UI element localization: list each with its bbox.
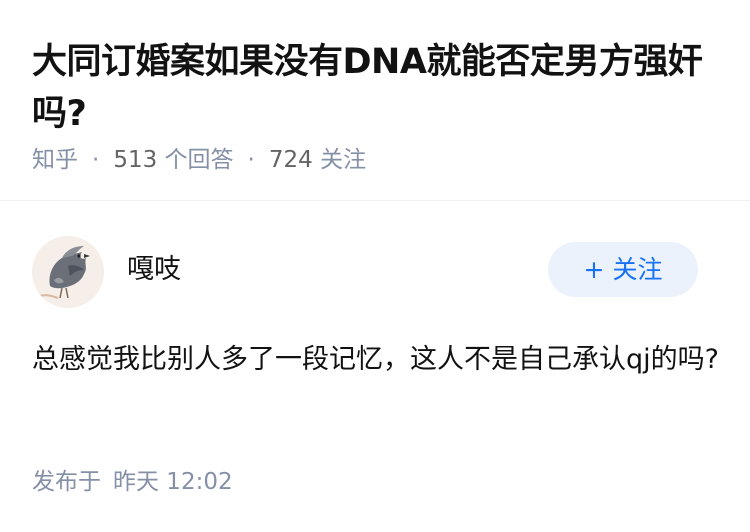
raven-avatar-icon xyxy=(32,236,104,308)
source-label[interactable]: 知乎 xyxy=(32,147,78,173)
answer-count: 513 xyxy=(113,147,158,173)
meta-separator: · xyxy=(247,147,255,173)
plus-icon: + xyxy=(583,255,605,284)
publish-time: 昨天 12:02 xyxy=(113,469,233,495)
follow-button-label: 关注 xyxy=(612,255,663,284)
answer-publish-time: 发布于 昨天 12:02 xyxy=(32,466,233,498)
author-name[interactable]: 嘎吱 xyxy=(127,252,181,288)
follow-count-label: 关注 xyxy=(320,147,367,173)
meta-separator: · xyxy=(92,147,100,173)
answer-content[interactable]: 总感觉我比别人多了一段记忆，这人不是自己承认qj的吗? xyxy=(32,336,722,384)
publish-prefix: 发布于 xyxy=(32,469,101,495)
follow-button[interactable]: + 关注 xyxy=(548,242,698,297)
question-title[interactable]: 大同订婚案如果没有DNA就能否定男方强奸吗? xyxy=(32,36,718,140)
question-meta: 知乎 · 513 个回答 · 724 关注 xyxy=(32,144,366,176)
answer-count-label: 个回答 xyxy=(164,147,234,173)
follow-count: 724 xyxy=(268,147,313,173)
avatar[interactable] xyxy=(32,236,104,308)
answer-author-row: 嘎吱 + 关注 xyxy=(32,236,722,308)
question-header: 大同订婚案如果没有DNA就能否定男方强奸吗? 知乎 · 513 个回答 · 724 关注 xyxy=(0,0,750,201)
